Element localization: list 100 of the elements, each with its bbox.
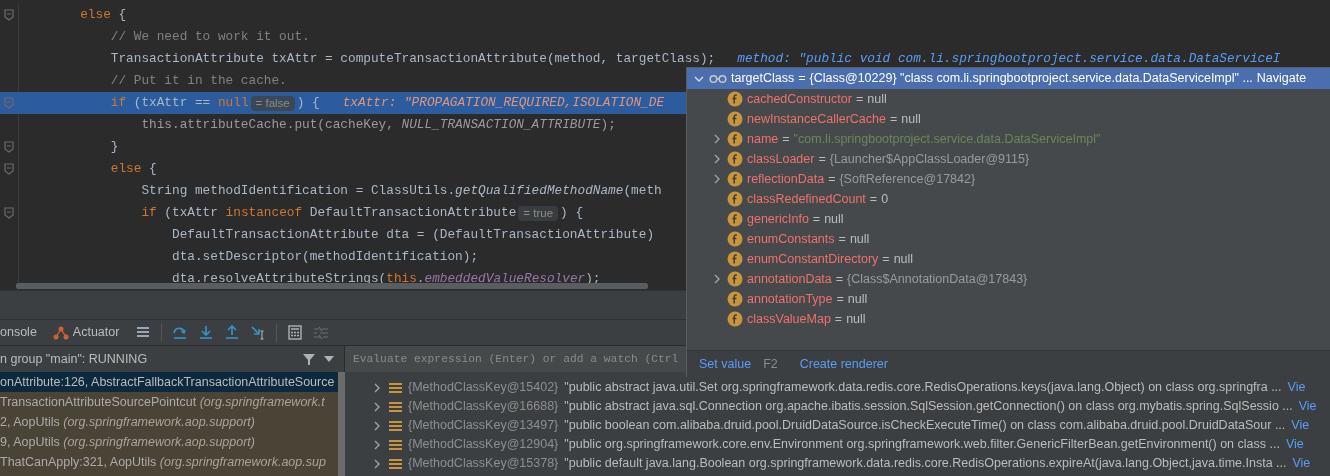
equals-sign: = bbox=[889, 110, 898, 128]
equals-sign: = bbox=[835, 270, 844, 288]
stack-frame[interactable]: ThatCanApply:321, AopUtils (org.springframework.aop.sup bbox=[0, 452, 338, 472]
equals-sign: = bbox=[812, 210, 821, 228]
stack-frame[interactable]: onAttribute:126, AbstractFallbackTransactionAttributeSource bbox=[0, 372, 338, 392]
variable-value: "public abstract java.util.Set org.springframework.data.redis.core.RedisOperations.keys(java.lang.Object) on class org.springfra ... bbox=[564, 379, 1282, 397]
field-icon bbox=[727, 131, 743, 147]
fold-icon[interactable] bbox=[3, 163, 15, 175]
fold-icon[interactable] bbox=[3, 207, 15, 219]
field-icon bbox=[727, 271, 743, 287]
field-icon bbox=[727, 211, 743, 227]
view-link[interactable]: Vie bbox=[1292, 454, 1311, 473]
stack-frame[interactable]: 2, AopUtils (org.springframework.aop.support) bbox=[0, 412, 338, 432]
variable-key: {MethodClassKey@16688} bbox=[408, 397, 559, 416]
field-icon bbox=[727, 291, 743, 307]
field-icon bbox=[727, 151, 743, 167]
code-text: TransactionAttribute txAttr = computeTransactionAttribute(method, targetClass); bbox=[110, 50, 716, 68]
step-over-icon[interactable] bbox=[172, 325, 189, 340]
code-comment: // Put it in the cache. bbox=[110, 72, 287, 90]
dropdown-icon[interactable] bbox=[324, 356, 334, 362]
layout-icon[interactable] bbox=[135, 325, 152, 340]
field-value: null bbox=[901, 110, 921, 128]
field-value: null bbox=[867, 90, 887, 108]
horizontal-scrollbar[interactable] bbox=[16, 283, 648, 289]
list-icon bbox=[389, 457, 402, 470]
code-keyword: else bbox=[80, 6, 111, 24]
navigate-link[interactable]: Navigate bbox=[1256, 69, 1307, 88]
equals-sign: = bbox=[836, 290, 844, 308]
code-text: ) { bbox=[296, 94, 320, 112]
stack-frame[interactable]: 9, AopUtils (org.springframework.aop.support) bbox=[0, 432, 338, 452]
list-icon bbox=[389, 438, 402, 451]
code-field: embeddedValueResolver bbox=[424, 268, 586, 290]
inline-debug-value: txAttr: "PROPAGATION_REQUIRED,ISOLATION_DE bbox=[342, 94, 665, 112]
filter-icon[interactable] bbox=[302, 352, 316, 366]
view-link[interactable]: Vie bbox=[1298, 397, 1317, 416]
variable-value: "public abstract java.sql.Connection org.apache.ibatis.session.SqlSession.getConnection() on class org.mybatis.spring.SqlSessio ... bbox=[564, 398, 1293, 416]
field-icon bbox=[727, 111, 743, 127]
field-value: {Class$AnnotationData@17843} bbox=[847, 270, 1028, 288]
step-into-icon[interactable] bbox=[198, 325, 215, 340]
list-icon bbox=[389, 381, 402, 394]
variable-key: {MethodClassKey@13497} bbox=[408, 416, 559, 435]
stack-frame[interactable]: TransactionAttributeSourcePointcut (org.springframework.t bbox=[0, 392, 338, 412]
inline-hint: = false bbox=[250, 95, 295, 111]
tool-tab[interactable]: Actuator bbox=[52, 323, 126, 342]
vertical-scrollbar[interactable] bbox=[338, 372, 345, 476]
fold-icon[interactable] bbox=[3, 9, 15, 21]
code-constant: NULL_TRANSACTION_ATTRIBUTE bbox=[401, 116, 601, 134]
code-comment: // We need to work it out. bbox=[110, 28, 310, 46]
popup-action-link[interactable]: Create renderer bbox=[799, 354, 888, 374]
code-keyword: if bbox=[110, 94, 127, 112]
code-text: { bbox=[148, 160, 157, 178]
fold-icon[interactable] bbox=[3, 141, 15, 153]
variable-value: "public boolean com.alibaba.druid.pool.DruidDataSource.isCheckExecuteTime() on class com.alibaba.druid.pool.DruidDataSour ... bbox=[564, 417, 1286, 435]
code-text: (txAttr bbox=[163, 204, 219, 222]
shortcut-hint: F2 bbox=[763, 355, 778, 373]
popup-action-link[interactable]: Set value bbox=[699, 354, 752, 374]
field-value: null bbox=[849, 230, 870, 248]
equals-sign: = bbox=[838, 230, 846, 248]
popup-header-row[interactable]: targetClass = {Class@10229} "class com.li.springbootproject.service.data.DataServiceImpl" ... Navigate bbox=[687, 68, 1330, 89]
code-text: DefaultTransactionAttribute dta = (DefaultTransactionAttribute) bbox=[172, 226, 655, 244]
list-icon bbox=[389, 419, 402, 432]
variable-name: targetClass bbox=[731, 70, 795, 88]
field-value: null bbox=[847, 290, 868, 308]
view-link[interactable]: Vie bbox=[1287, 378, 1306, 397]
view-link[interactable]: Vie bbox=[1291, 416, 1310, 435]
variable-value: "public default java.lang.Boolean org.springframework.data.redis.core.RedisOperations.expireAt(java.lang.Object,java.time.Insta ... bbox=[564, 455, 1287, 473]
code-keyword: else bbox=[110, 160, 142, 178]
field-value: null bbox=[824, 210, 844, 228]
field-name: annotationType bbox=[747, 290, 833, 308]
field-value: "com.li.springbootproject.service.data.DataServiceImpl" bbox=[793, 130, 1101, 148]
field-name: annotationData bbox=[747, 270, 832, 288]
field-icon bbox=[727, 311, 743, 327]
inline-debug-value: method: "public void com.li.springbootproject.service.data.DataServiceI bbox=[737, 50, 1281, 68]
calculator-icon[interactable] bbox=[287, 325, 304, 340]
step-out-icon[interactable] bbox=[224, 325, 241, 340]
run-to-cursor-icon[interactable] bbox=[250, 325, 267, 340]
variable-value: "public org.springframework.core.env.Environment org.springframework.web.filter.GenericFilterBean.getEnvironment() on class ... bbox=[564, 436, 1280, 454]
list-icon bbox=[389, 400, 402, 413]
field-name: enumConstantDirectory bbox=[747, 250, 879, 268]
thread-status: n group "main": RUNNING bbox=[0, 350, 148, 368]
code-text: DefaultTransactionAttribute bbox=[308, 204, 517, 222]
code-text: ) { bbox=[560, 204, 584, 222]
glasses-icon bbox=[709, 73, 727, 84]
code-text: (txAttr == bbox=[132, 94, 212, 112]
view-link[interactable]: Vie bbox=[1285, 435, 1304, 454]
field-name: newInstanceCallerCache bbox=[747, 110, 886, 128]
tool-tab[interactable]: onsole bbox=[0, 323, 43, 342]
code-text: dta.setDescriptor(methodIdentification); bbox=[172, 248, 479, 266]
field-name: classLoader bbox=[747, 150, 815, 168]
code-keyword: instanceof bbox=[225, 204, 303, 222]
code-text: this.attributeCache.put(cacheKey, bbox=[141, 116, 395, 134]
field-value: {SoftReference@17842} bbox=[839, 170, 976, 188]
code-text: (meth bbox=[623, 182, 662, 200]
code-text: . bbox=[416, 270, 425, 288]
field-value: 0 bbox=[881, 190, 889, 208]
equals-sign: = bbox=[782, 130, 790, 148]
variable-key: {MethodClassKey@15378} bbox=[408, 454, 559, 473]
equals-sign: = bbox=[882, 250, 890, 268]
code-method: getQualifiedMethodName bbox=[455, 182, 624, 200]
equals-sign: = bbox=[869, 190, 878, 208]
